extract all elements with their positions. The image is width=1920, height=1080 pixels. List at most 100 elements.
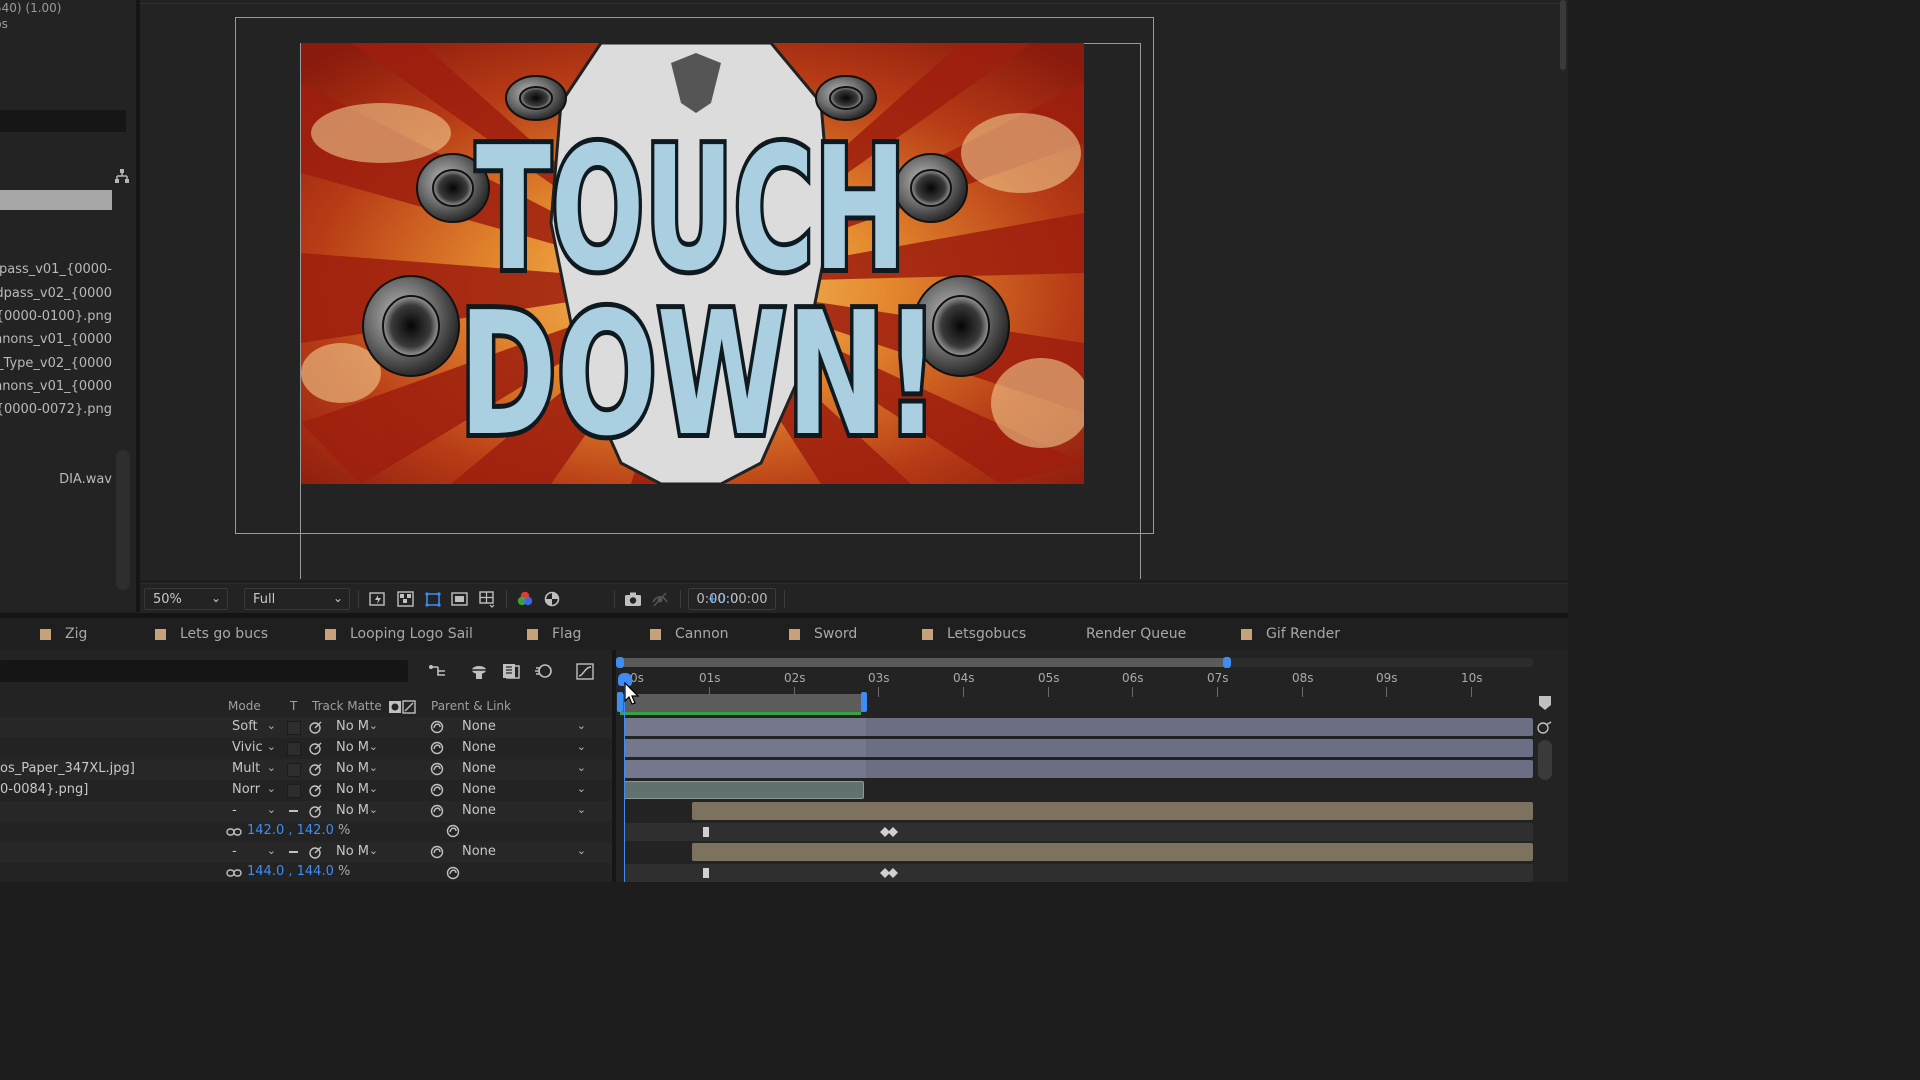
grid-guides-icon[interactable]: [478, 590, 496, 608]
preserve-transparency-checkbox[interactable]: [287, 763, 301, 777]
keyframe-icon[interactable]: [702, 868, 710, 878]
work-area-bar[interactable]: [620, 694, 865, 712]
column-header-parent-link[interactable]: Parent & Link: [431, 699, 511, 713]
composition-frame[interactable]: TOUCH DOWN!: [301, 43, 1084, 484]
project-item[interactable]: alpass_v01_{0000-: [0, 262, 112, 277]
layer-name[interactable]: 0-0084}.png]: [0, 782, 88, 797]
viewer-scrollbar[interactable]: [1560, 0, 1566, 70]
track-matte-dropdown[interactable]: No M ⌄: [336, 803, 380, 818]
layer-duration-bar[interactable]: [624, 781, 864, 799]
timeline-scrollbar[interactable]: [1538, 740, 1552, 780]
project-item[interactable]: DIA.wav: [0, 472, 112, 487]
time-navigator-end-handle[interactable]: [1223, 657, 1231, 668]
tab-zig[interactable]: Zig: [40, 626, 87, 642]
tab-sword[interactable]: Sword: [789, 626, 857, 642]
parent-dropdown[interactable]: None ⌄: [462, 740, 588, 755]
fast-preview-icon[interactable]: [369, 590, 387, 608]
parent-pickwhip-icon[interactable]: [430, 845, 444, 859]
tab-render-queue[interactable]: Render Queue: [1086, 626, 1186, 642]
track-matte-dropdown[interactable]: No M ⌄: [336, 782, 380, 797]
layer-duration-bar[interactable]: [692, 843, 1533, 861]
tab-flag[interactable]: Flag: [527, 626, 581, 642]
project-item[interactable]: annons_v01_{0000: [0, 332, 112, 347]
zoom-select[interactable]: 50% ⌄: [144, 588, 228, 610]
project-search-input[interactable]: [0, 110, 126, 132]
parent-dropdown[interactable]: None ⌄: [462, 803, 588, 818]
blend-mode-dropdown[interactable]: Soft ⌄: [232, 719, 278, 734]
column-header-track-matte[interactable]: Track Matte: [312, 699, 382, 713]
comp-button-icon[interactable]: [1536, 721, 1552, 735]
preserve-transparency-checkbox[interactable]: [287, 784, 301, 798]
constrain-proportions-icon[interactable]: [226, 825, 242, 839]
track-matte-dropdown[interactable]: No M ⌄: [336, 719, 380, 734]
project-selected-item[interactable]: [0, 190, 112, 210]
parent-pickwhip-icon[interactable]: [430, 783, 444, 797]
project-item[interactable]: _{0000-0072}.png: [0, 402, 112, 417]
flowchart-icon[interactable]: [114, 168, 130, 184]
tab-lets-go-bucs[interactable]: Lets go bucs: [155, 626, 268, 642]
comp-marker-bin-icon[interactable]: [1538, 695, 1552, 711]
snapshot-camera-icon[interactable]: [624, 590, 642, 608]
tab-gif-render[interactable]: Gif Render: [1241, 626, 1340, 642]
timeline-search-input[interactable]: [0, 660, 408, 682]
matte-pickwhip-icon[interactable]: [309, 845, 323, 859]
matte-pickwhip-icon[interactable]: [309, 783, 323, 797]
project-item[interactable]: s_Type_v02_{0000: [0, 356, 112, 371]
blend-mode-dropdown[interactable]: Vivic ⌄: [232, 740, 278, 755]
layer-duration-bar[interactable]: [692, 802, 1533, 820]
current-time-display[interactable]: 0:00:00:00: [688, 588, 776, 610]
expression-pickwhip-icon[interactable]: [446, 866, 460, 880]
keyframe-icon[interactable]: [702, 827, 710, 837]
scale-value[interactable]: 144.0 , 144.0 %: [247, 864, 350, 879]
mask-visibility-icon[interactable]: [424, 590, 442, 608]
work-area-end-handle[interactable]: [861, 692, 867, 712]
shy-layers-icon[interactable]: [469, 661, 489, 681]
matte-pickwhip-icon[interactable]: [309, 741, 323, 755]
column-header-preserve-transparency[interactable]: T: [290, 699, 297, 713]
track-matte-dropdown[interactable]: No M ⌄: [336, 761, 380, 776]
preserve-transparency-checkbox[interactable]: [287, 742, 301, 756]
project-item[interactable]: _{0000-0100}.png: [0, 309, 112, 324]
blend-mode-dropdown[interactable]: Mult ⌄: [232, 761, 278, 776]
tab-letsgobucs[interactable]: Letsgobucs: [922, 626, 1026, 642]
parent-dropdown[interactable]: None ⌄: [462, 761, 588, 776]
parent-dropdown[interactable]: None ⌄: [462, 844, 588, 859]
blend-mode-dropdown[interactable]: Norr ⌄: [232, 782, 278, 797]
parent-dropdown[interactable]: None ⌄: [462, 782, 588, 797]
tab-cannon[interactable]: Cannon: [650, 626, 729, 642]
color-channels-icon[interactable]: [516, 590, 534, 608]
matte-pickwhip-icon[interactable]: [309, 804, 323, 818]
motion-blur-icon[interactable]: [534, 661, 554, 681]
matte-pickwhip-icon[interactable]: [309, 720, 323, 734]
preserve-transparency-checkbox[interactable]: [287, 721, 301, 735]
blend-mode-dropdown[interactable]: - ⌄: [232, 844, 278, 859]
parent-pickwhip-icon[interactable]: [430, 720, 444, 734]
track-matte-dropdown[interactable]: No M ⌄: [336, 740, 380, 755]
constrain-proportions-icon[interactable]: [226, 866, 242, 880]
time-navigator-start-handle[interactable]: [616, 657, 624, 668]
project-scrollbar[interactable]: [116, 450, 130, 590]
keyframe-icon[interactable]: [880, 827, 898, 837]
scale-value[interactable]: 142.0 , 142.0 %: [247, 823, 350, 838]
parent-pickwhip-icon[interactable]: [430, 762, 444, 776]
layer-name[interactable]: os_Paper_347XL.jpg]: [0, 761, 135, 776]
expression-pickwhip-icon[interactable]: [446, 824, 460, 838]
project-item[interactable]: ndpass_v02_{0000: [0, 286, 112, 301]
work-area-start-handle[interactable]: [617, 692, 623, 712]
parent-pickwhip-icon[interactable]: [430, 804, 444, 818]
tab-looping-logo-sail[interactable]: Looping Logo Sail: [325, 626, 473, 642]
composition-mini-flowchart-icon[interactable]: [428, 661, 448, 681]
time-navigator-range[interactable]: [618, 658, 1228, 667]
resolution-select[interactable]: Full ⌄: [244, 588, 350, 610]
reset-exposure-icon[interactable]: [543, 590, 561, 608]
matte-pickwhip-icon[interactable]: [309, 762, 323, 776]
blend-mode-dropdown[interactable]: - ⌄: [232, 803, 278, 818]
graph-editor-icon[interactable]: [575, 661, 595, 681]
parent-pickwhip-icon[interactable]: [430, 741, 444, 755]
parent-dropdown[interactable]: None ⌄: [462, 719, 588, 734]
project-item[interactable]: annons_v01_{0000: [0, 379, 112, 394]
current-time-indicator[interactable]: [624, 686, 625, 882]
region-of-interest-icon[interactable]: [451, 590, 469, 608]
show-snapshot-icon[interactable]: [651, 590, 669, 608]
keyframe-icon[interactable]: [880, 868, 898, 878]
